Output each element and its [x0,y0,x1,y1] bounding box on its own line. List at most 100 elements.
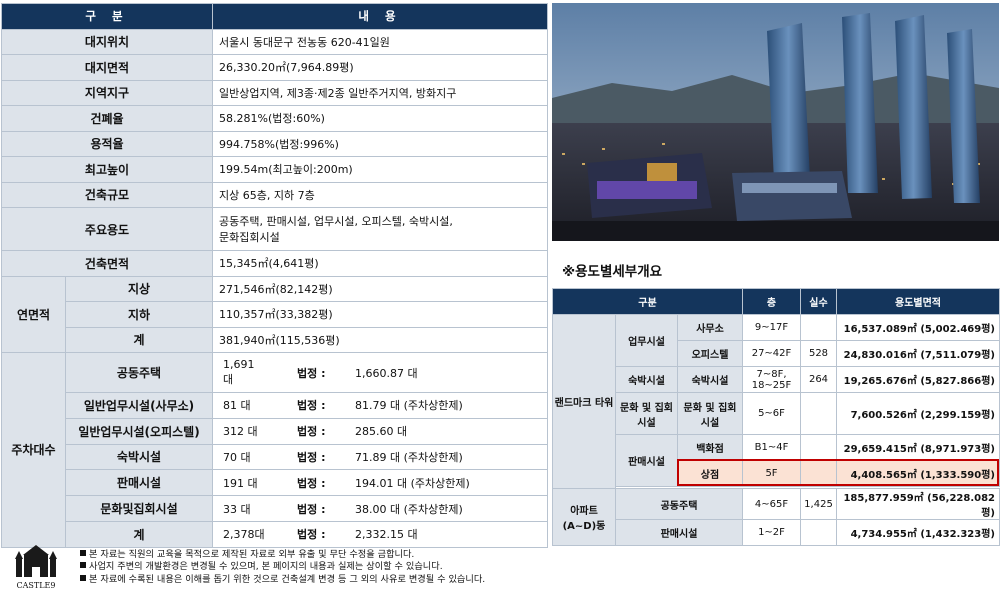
rooms-value: 1,425 [800,488,837,520]
table-row: 최고높이 199.54m(최고높이:200m) [0,156,549,183]
floor-area-label: 연면적 [1,275,66,353]
row-label: 지상 [64,275,214,302]
row-value: 15,345㎡(4,641평) [212,250,549,277]
floor-value: 5~6F [742,392,801,435]
row-value-line1: 공동주택, 판매시설, 업무시설, 오피스텔, 숙박시설, [219,215,453,228]
footer-note-text: 본 자료는 직원의 교육을 목적으로 제작된 자료로 외부 유출 및 무단 수정… [89,549,415,560]
row-label: 사무소 [677,314,743,341]
row-label: 일반업무시설(오피스텔) [64,417,214,445]
parking-value: 70 대 법정 : 71.89 대 (주차상한제) [212,443,549,471]
row-label: 대지위치 [0,28,214,55]
header-content: 내 용 [212,3,549,30]
area-value: 24,830.016㎡ (7,511.079평) [836,340,1000,367]
floor-value: 27~42F [742,340,801,367]
header-category: 구분 [552,288,743,315]
footer-notes: 본 자료는 직원의 교육을 목적으로 제작된 자료로 외부 유출 및 무단 수정… [80,549,485,586]
table-row: 지역지구 일반상업지역, 제3종·제2종 일반주거지역, 방화지구 [0,79,549,106]
parking-row: 주차대수 공동주택 1,691 대 법정 : 1,660.87 대 [1,352,549,548]
area-value: 4,734.955㎡ (1,432.323평) [836,519,1000,546]
parking-count-unit: 대 [223,373,234,386]
area-value: 29,659.415㎡ (8,971.973평) [836,434,1000,461]
project-overview-table: 구 분 내 용 대지위치 서울시 동대문구 전농동 620-41일원 대지면적 … [0,3,549,548]
row-label: 건축면적 [0,250,214,277]
header-floor: 층 [742,288,801,315]
legal-value: 81.79 대 (주차상한제) [355,399,463,413]
area-value: 7,600.526㎡ (2,299.159평) [836,392,1000,435]
building-rendering-image [552,3,999,241]
floor-value: 5F [742,460,801,487]
row-value: 공동주택, 판매시설, 업무시설, 오피스텔, 숙박시설, 문화집회시설 [212,207,549,251]
parking-count: 312 대 [223,425,258,439]
row-value: 994.758%(법정:996%) [212,130,549,157]
row-label: 일반업무시설(사무소) [64,392,214,419]
legal-value: 1,660.87 대 [355,366,418,380]
row-label: 숙박시설 [677,366,743,393]
floor-value: 1~2F [742,519,801,546]
row-label: 판매시설 [615,519,743,546]
apartment-label: 아파트 (A~D)동 [552,488,616,546]
row-value: 서울시 동대문구 전농동 620-41일원 [212,28,549,55]
parking-row: 문화및집회시설 33 대 법정 : 38.00 대 (주차상한제) [2,495,549,522]
parking-row: 일반업무시설(오피스텔) 312 대 법정 : 285.60 대 [2,417,549,445]
parking-count: 1,691 대 [219,358,297,387]
row-label: 지역지구 [0,79,214,106]
header-rooms: 실수 [800,288,837,315]
castle-icon: CASTLE9 [15,545,57,590]
parking-value: 1,691 대 법정 : 1,660.87 대 [212,352,549,393]
row-label: 공동주택 [615,488,743,520]
parking-value: 191 대 법정 : 194.01 대 (주차상한제) [212,469,549,497]
logo-text: CASTLE9 [17,581,56,590]
rooms-value: 528 [800,340,837,367]
footer-note-text: 본 자료에 수록된 내용은 이해를 돕기 위한 것으로 건축설계 변경 등 그 … [89,573,486,585]
legal-label: 법정 : [297,425,326,439]
row-value-line2: 문화집회시설 [219,231,280,244]
table-row: 건축면적 15,345㎡(4,641평) [0,250,549,277]
row-label: 오피스텔 [677,340,743,367]
row-value: 271,546㎡(82,142평) [212,275,549,302]
rooms-value [800,434,837,461]
parking-count: 2,378대 [223,528,265,542]
legal-value: 71.89 대 (주차상한제) [355,450,463,464]
legal-label: 법정 : [297,399,326,413]
landmark-tower-label: 랜드마크 타워 [552,314,616,489]
table-row: 문화 및 집회 시설 문화 및 집회 시설 5~6F 7,600.526㎡ (2… [553,392,1000,435]
parking-count: 191 대 [223,476,258,490]
parking-label: 주차대수 [1,352,66,548]
retail-group-label: 판매시설 [615,434,678,487]
section-title: ※용도별세부개요 [562,264,663,280]
footer-note: 본 자료에 수록된 내용은 이해를 돕기 위한 것으로 건축설계 변경 등 그 … [80,574,485,586]
rooms-value [800,519,837,546]
legal-label: 법정 : [297,502,326,516]
parking-row: 일반업무시설(사무소) 81 대 법정 : 81.79 대 (주차상한제) [2,392,549,419]
table-row: 랜드마크 타워 업무시설 사무소 9~17F 16,537.089㎡ (5,00… [552,314,1000,489]
parking-value: 33 대 법정 : 38.00 대 (주차상한제) [212,495,549,522]
row-label: 계 [64,326,214,353]
row-value: 26,330.20㎡(7,964.89평) [212,54,549,81]
rooms-value [800,314,837,341]
area-value: 4,408.565㎡ (1,333.590평) [836,460,1000,487]
header-category: 구 분 [0,3,214,30]
table-header-row: 구분 층 실수 용도별면적 [552,288,1000,315]
table-row: 건축규모 지상 65층, 지하 7층 [0,181,549,208]
header-area: 용도별면적 [836,288,1000,315]
building-rendering-svg [552,3,999,241]
office-group-label: 업무시설 [615,314,678,367]
culture-group-label: 문화 및 집회 시설 [615,392,678,435]
table-row: 아파트 (A~D)동 공동주택 4~65F 1,425 185,877.959㎡… [552,488,1000,546]
row-label: 문화 및 집회 시설 [677,392,743,435]
bullet-icon [80,562,86,569]
table-header-row: 구 분 내 용 [0,3,549,30]
row-label: 건폐율 [0,105,214,132]
floor-area-row: 지하 110,357㎡(33,382평) [2,301,549,328]
table-row: 주요용도 공동주택, 판매시설, 업무시설, 오피스텔, 숙박시설, 문화집회시… [0,207,549,251]
row-value: 199.54m(최고높이:200m) [212,156,549,183]
legal-label: 법정 : [297,528,326,542]
row-value: 지상 65층, 지하 7층 [212,181,549,208]
row-value: 58.281%(법정:60%) [212,105,549,132]
rooms-value: 264 [800,366,837,393]
parking-row: 숙박시설 70 대 법정 : 71.89 대 (주차상한제) [2,443,549,471]
row-label: 문화및집회시설 [64,495,214,522]
table-row: 숙박시설 숙박시설 7~8F, 18~25F 264 19,265.676㎡ (… [553,366,1000,393]
legal-label: 법정 : [297,450,326,464]
legal-value: 194.01 대 (주차상한제) [355,476,470,490]
